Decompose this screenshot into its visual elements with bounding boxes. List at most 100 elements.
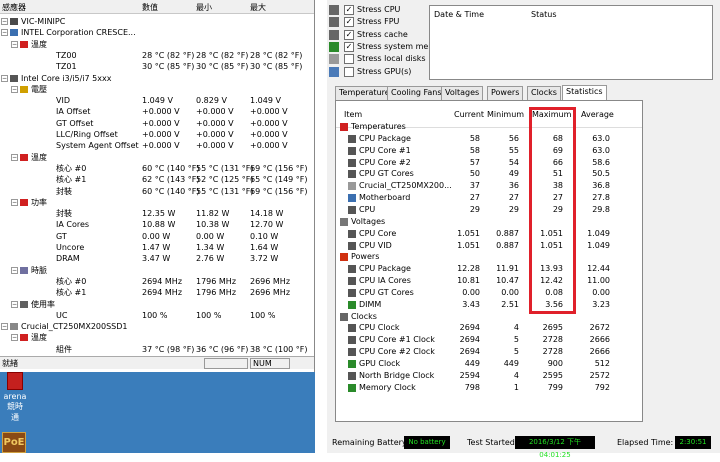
sensor-row[interactable]: 封裝 12.35 W 11.82 W 14.18 W (0, 208, 314, 219)
sensor-value: 1.049 V (142, 96, 173, 106)
stats-row[interactable]: CPU 29 29 29 29.8 (336, 204, 642, 216)
sensor-row[interactable]: DRAM 3.47 W 2.76 W 3.72 W (0, 253, 314, 264)
sensor-row[interactable]: 核心 #0 2694 MHz 1796 MHz 2696 MHz (0, 276, 314, 287)
sensor-row[interactable]: GT Offset +0.000 V +0.000 V +0.000 V (0, 118, 314, 129)
tab-cooling-fans[interactable]: Cooling Fans (387, 86, 446, 100)
sensor-row[interactable]: IA Cores 10.88 W 10.38 W 12.70 W (0, 219, 314, 230)
stats-row[interactable]: CPU GT Cores 0.00 0.00 0.08 0.00 (336, 287, 642, 299)
stress-checkbox[interactable] (344, 54, 354, 65)
sensor-value: +0.000 V (142, 107, 180, 117)
stats-cur: 2694 (459, 323, 480, 333)
stress-option[interactable]: ✓ Stress FPU (329, 16, 429, 28)
sensor-row[interactable]: IA Offset +0.000 V +0.000 V +0.000 V (0, 106, 314, 117)
stats-row[interactable]: CPU IA Cores 10.81 10.47 12.42 11.00 (336, 275, 642, 287)
collapse-toggle-icon[interactable]: − (11, 198, 18, 206)
tree-node[interactable]: − 溫度 (0, 39, 314, 50)
chip-icon (348, 336, 356, 345)
stress-checkbox[interactable]: ✓ (344, 5, 354, 15)
collapse-toggle-icon[interactable]: − (11, 300, 18, 308)
collapse-toggle-icon[interactable]: − (11, 40, 18, 48)
sensor-max: 65 °C (149 °F) (250, 175, 308, 185)
tab-statistics[interactable]: Statistics (562, 85, 607, 100)
sensor-row[interactable]: TZ01 30 °C (85 °F) 30 °C (85 °F) 30 °C (85 … (0, 61, 314, 72)
stats-row[interactable]: CPU Core #2 Clock 2694 5 2728 2666 (336, 346, 642, 358)
sensor-row[interactable]: 核心 #1 62 °C (143 °F) 52 °C (125 °F) 65 °C (… (0, 174, 314, 185)
tree-node[interactable]: − Crucial_CT250MX200SSD1 (0, 321, 314, 332)
desktop-icon-poe[interactable]: PoE (2, 432, 26, 453)
desktop-icon-arena[interactable]: arena 競時 通 (2, 372, 28, 423)
stress-checkbox[interactable]: ✓ (344, 29, 354, 40)
tab-powers[interactable]: Powers (487, 86, 524, 100)
sensor-row[interactable]: VID 1.049 V 0.829 V 1.049 V (0, 95, 314, 106)
stress-option[interactable]: Stress local disks (329, 53, 429, 65)
datetime-header: Date & Time (434, 10, 485, 19)
stats-row[interactable]: CPU Core #2 57 54 66 58.6 (336, 157, 642, 169)
collapse-toggle-icon[interactable]: − (11, 334, 18, 342)
sensor-row[interactable]: System Agent Offset +0.000 V +0.000 V +0.00… (0, 140, 314, 151)
stats-group-row[interactable]: Temperatures (336, 121, 642, 133)
col-value[interactable]: 數值 (142, 2, 158, 13)
collapse-toggle-icon[interactable]: − (1, 74, 8, 82)
stress-checkbox[interactable]: ✓ (344, 41, 354, 52)
tree-node[interactable]: − 功率 (0, 197, 314, 208)
tree-node[interactable]: − INTEL Corporation CRESCE... (0, 27, 314, 38)
stats-row[interactable]: Motherboard 27 27 27 27.8 (336, 192, 642, 204)
sensor-row[interactable]: TZ00 28 °C (82 °F) 28 °C (82 °F) 28 °C (82 … (0, 50, 314, 61)
stress-checkbox[interactable]: ✓ (344, 17, 354, 28)
stress-checkbox[interactable] (344, 66, 354, 77)
stats-row[interactable]: CPU Clock 2694 4 2695 2672 (336, 322, 642, 334)
tree-node[interactable]: − 溫度 (0, 152, 314, 163)
sensor-row[interactable]: GT 0.00 W 0.00 W 0.10 W (0, 231, 314, 242)
status-bar: 就緒 NUM (0, 356, 314, 369)
stress-option[interactable]: ✓ Stress CPU (329, 4, 429, 16)
stats-row[interactable]: North Bridge Clock 2594 4 2595 2572 (336, 370, 642, 382)
stats-row[interactable]: CPU Core #1 58 55 69 63.0 (336, 145, 642, 157)
sensor-row[interactable]: 核心 #0 60 °C (140 °F) 55 °C (131 °F) 69 °C (… (0, 163, 314, 174)
stats-group-row[interactable]: Voltages (336, 216, 642, 228)
collapse-toggle-icon[interactable]: − (11, 266, 18, 274)
sensor-row[interactable]: 組件 37 °C (98 °F) 36 °C (96 °F) 38 °C (100 °… (0, 344, 314, 355)
sensor-row[interactable]: UC 100 % 100 % 100 % (0, 310, 314, 321)
tree-node[interactable]: − 時脈 (0, 265, 314, 276)
stats-group-row[interactable]: Clocks (336, 311, 642, 323)
tab-voltages[interactable]: Voltages (441, 86, 484, 100)
stats-cur: 1.051 (457, 228, 480, 238)
tree-node[interactable]: − 溫度 (0, 332, 314, 343)
stats-row[interactable]: CPU Package 58 56 68 63.0 (336, 133, 642, 145)
stats-group-row[interactable]: Powers (336, 251, 642, 263)
stats-row[interactable]: CPU Package 12.28 11.91 13.93 12.44 (336, 263, 642, 275)
collapse-toggle-icon[interactable]: − (11, 153, 18, 161)
stats-row[interactable]: CPU VID 1.051 0.887 1.051 1.049 (336, 240, 642, 252)
sensor-row[interactable]: 核心 #1 2694 MHz 1796 MHz 2696 MHz (0, 287, 314, 298)
tree-node[interactable]: − 使用率 (0, 299, 314, 310)
stress-option[interactable]: ✓ Stress cache (329, 29, 429, 41)
stats-row[interactable]: GPU Clock 449 449 900 512 (336, 358, 642, 370)
col-max[interactable]: 最大 (250, 2, 266, 13)
tab-clocks[interactable]: Clocks (527, 86, 561, 100)
tree-node[interactable]: − Intel Core i3/i5/i7 5xxx (0, 73, 314, 84)
stats-row[interactable]: Memory Clock 798 1 799 792 (336, 382, 642, 394)
col-sensor[interactable]: 感應器 (2, 2, 26, 13)
collapse-toggle-icon[interactable]: − (11, 85, 18, 93)
tree-node[interactable]: − 電壓 (0, 84, 314, 95)
collapse-toggle-icon[interactable]: − (1, 18, 8, 25)
stats-row[interactable]: CPU Core #1 Clock 2694 5 2728 2666 (336, 334, 642, 346)
sensor-label: IA Offset (56, 107, 91, 117)
stats-row[interactable]: CPU Core 1.051 0.887 1.051 1.049 (336, 228, 642, 240)
tree-node[interactable]: − VIC-MINIPC (0, 16, 314, 27)
stress-option[interactable]: ✓ Stress system memory (329, 41, 449, 53)
node-label: 溫度 (31, 39, 47, 49)
stats-row[interactable]: CPU GT Cores 50 49 51 50.5 (336, 168, 642, 180)
col-min[interactable]: 最小 (196, 2, 212, 13)
stats-row[interactable]: DIMM 3.43 2.51 3.56 3.23 (336, 299, 642, 311)
sensor-row[interactable]: 封裝 60 °C (140 °F) 55 °C (131 °F) 69 °C (156… (0, 186, 314, 197)
sensor-value: 60 °C (140 °F) (142, 163, 200, 173)
stress-option[interactable]: Stress GPU(s) (329, 66, 429, 78)
sensor-row[interactable]: LLC/Ring Offset +0.000 V +0.000 V +0.000 V (0, 129, 314, 140)
sensor-label: IA Cores (56, 220, 90, 230)
collapse-toggle-icon[interactable]: − (1, 323, 8, 331)
stats-min: 36 (508, 181, 519, 191)
sensor-row[interactable]: Uncore 1.47 W 1.34 W 1.64 W (0, 242, 314, 253)
collapse-toggle-icon[interactable]: − (1, 29, 8, 37)
stats-row[interactable]: Crucial_CT250MX200... 37 36 38 36.8 (336, 180, 642, 192)
